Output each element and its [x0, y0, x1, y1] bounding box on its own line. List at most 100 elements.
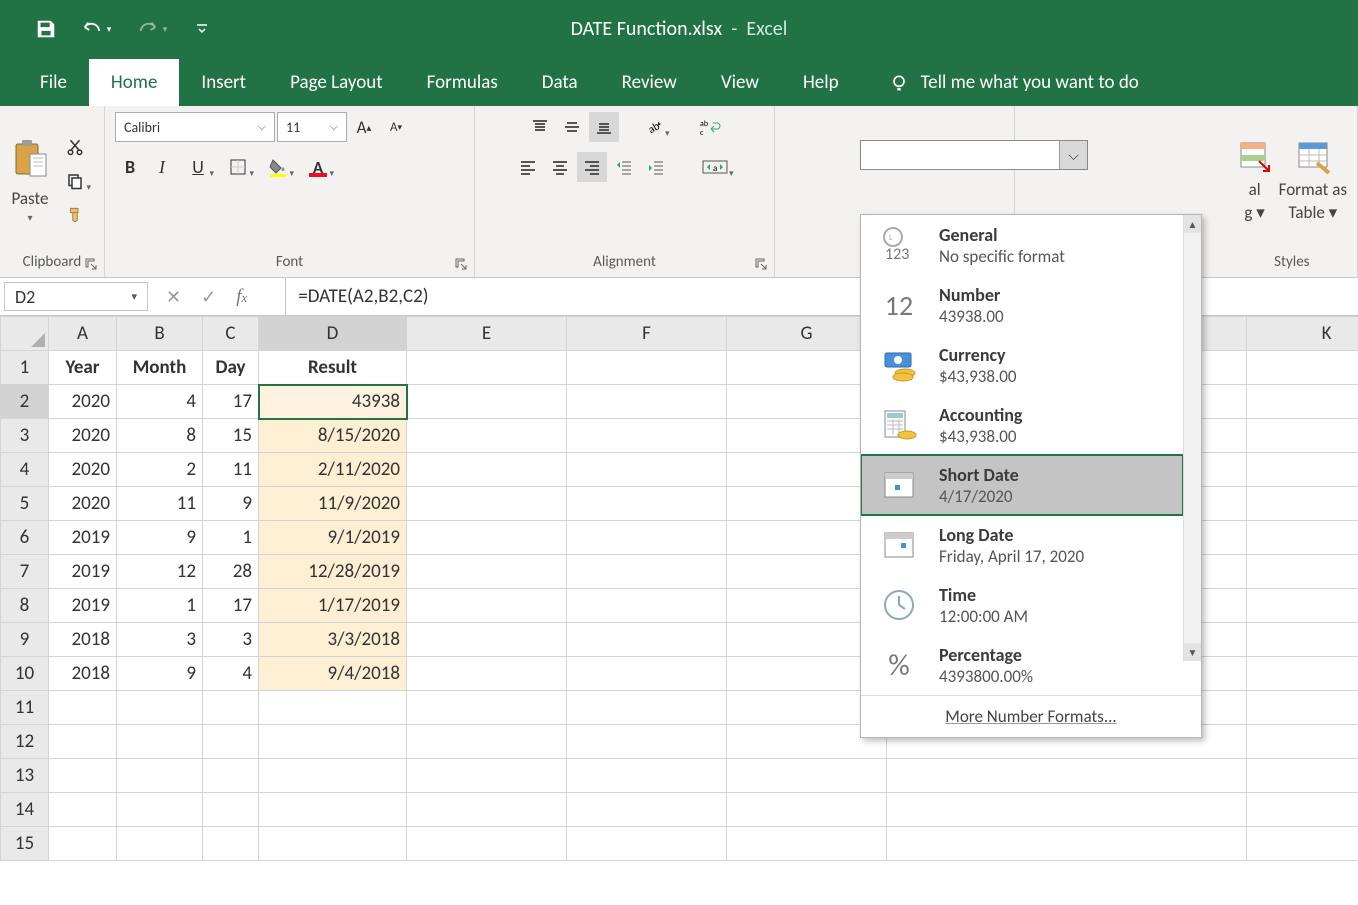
numfmt-currency[interactable]: Currency$43,938.00 — [861, 335, 1183, 395]
bold-button[interactable]: B — [115, 152, 145, 182]
decrease-indent-icon[interactable] — [609, 152, 639, 182]
tab-page-layout[interactable]: Page Layout — [268, 59, 405, 106]
cell-B9[interactable]: 3 — [117, 623, 203, 657]
col-header-D[interactable]: D — [259, 317, 407, 351]
row-header-5[interactable]: 5 — [1, 487, 49, 521]
numfmt-general[interactable]: L123 GeneralNo specific format — [861, 215, 1183, 275]
format-painter-button[interactable] — [60, 200, 90, 230]
tab-formulas[interactable]: Formulas — [405, 59, 520, 106]
merge-center-button[interactable]: a — [693, 152, 737, 182]
cell-B4[interactable]: 2 — [117, 453, 203, 487]
cell-D10[interactable]: 9/4/2018 — [259, 657, 407, 691]
accept-formula-icon[interactable]: ✓ — [201, 286, 216, 308]
cell-B2[interactable]: 4 — [117, 385, 203, 419]
row-header-7[interactable]: 7 — [1, 555, 49, 589]
cell-C9[interactable]: 3 — [203, 623, 259, 657]
decrease-font-icon[interactable]: A▾ — [381, 112, 411, 142]
cell-B10[interactable]: 9 — [117, 657, 203, 691]
cell-C6[interactable]: 1 — [203, 521, 259, 555]
cell-D1[interactable]: Result — [259, 351, 407, 385]
chevron-down-icon[interactable]: ⌵ — [1059, 141, 1087, 169]
cell-C3[interactable]: 15 — [203, 419, 259, 453]
cell-D6[interactable]: 9/1/2019 — [259, 521, 407, 555]
number-format-combo[interactable]: ⌵ — [860, 140, 1088, 170]
cancel-formula-icon[interactable]: ✕ — [166, 286, 181, 308]
orientation-button[interactable]: ab — [635, 112, 673, 142]
numfmt-time[interactable]: Time12:00:00 AM — [861, 575, 1183, 635]
row-header-8[interactable]: 8 — [1, 589, 49, 623]
fx-icon[interactable]: fx — [236, 286, 247, 308]
numfmt-number[interactable]: 12 Number43938.00 — [861, 275, 1183, 335]
row-header-1[interactable]: 1 — [1, 351, 49, 385]
cell-D8[interactable]: 1/17/2019 — [259, 589, 407, 623]
numfmt-short-date[interactable]: Short Date4/17/2020 — [861, 455, 1183, 515]
increase-font-icon[interactable]: A▴ — [349, 112, 379, 142]
align-top-icon[interactable] — [525, 112, 555, 142]
cell-B8[interactable]: 1 — [117, 589, 203, 623]
cell-D7[interactable]: 12/28/2019 — [259, 555, 407, 589]
cell-C5[interactable]: 9 — [203, 487, 259, 521]
cell-D4[interactable]: 2/11/2020 — [259, 453, 407, 487]
redo-button[interactable]: ▾ — [128, 11, 176, 47]
row-header-13[interactable]: 13 — [1, 759, 49, 793]
cell-A3[interactable]: 2020 — [49, 419, 117, 453]
tab-review[interactable]: Review — [600, 59, 699, 106]
cell-A5[interactable]: 2020 — [49, 487, 117, 521]
row-header-2[interactable]: 2 — [1, 385, 49, 419]
align-left-icon[interactable] — [513, 152, 543, 182]
alignment-dialog-launcher[interactable] — [754, 257, 768, 271]
clipboard-dialog-launcher[interactable] — [84, 257, 98, 271]
col-header-C[interactable]: C — [203, 317, 259, 351]
font-name-combo[interactable]: Calibri⌵ — [115, 112, 275, 142]
cut-button[interactable] — [60, 132, 90, 162]
font-dialog-launcher[interactable] — [454, 257, 468, 271]
select-all-button[interactable] — [1, 317, 49, 351]
align-center-icon[interactable] — [545, 152, 575, 182]
cell-D9[interactable]: 3/3/2018 — [259, 623, 407, 657]
row-header-12[interactable]: 12 — [1, 725, 49, 759]
name-box[interactable]: D2 ▾ — [4, 282, 148, 311]
font-size-combo[interactable]: 11⌵ — [277, 112, 347, 142]
format-as-table-button[interactable]: Format as Table ▾ — [1279, 139, 1347, 223]
col-header-K[interactable]: K — [1247, 317, 1358, 351]
row-header-10[interactable]: 10 — [1, 657, 49, 691]
row-header-15[interactable]: 15 — [1, 827, 49, 861]
tell-me[interactable]: Tell me what you want to do — [867, 59, 1161, 106]
numfmt-percentage[interactable]: % Percentage4393800.00% — [861, 635, 1183, 695]
cell-B7[interactable]: 12 — [117, 555, 203, 589]
cell-C4[interactable]: 11 — [203, 453, 259, 487]
tab-data[interactable]: Data — [520, 59, 600, 106]
cell-A10[interactable]: 2018 — [49, 657, 117, 691]
cell-C7[interactable]: 28 — [203, 555, 259, 589]
col-header-B[interactable]: B — [117, 317, 203, 351]
row-header-9[interactable]: 9 — [1, 623, 49, 657]
font-color-button[interactable]: A — [299, 152, 337, 182]
row-header-4[interactable]: 4 — [1, 453, 49, 487]
cell-D5[interactable]: 11/9/2020 — [259, 487, 407, 521]
cell-A4[interactable]: 2020 — [49, 453, 117, 487]
tab-file[interactable]: File — [18, 59, 89, 106]
cell-D2[interactable]: 43938 — [259, 385, 407, 419]
paste-button[interactable]: Paste ▾ — [10, 138, 50, 224]
cell-B6[interactable]: 9 — [117, 521, 203, 555]
col-header-E[interactable]: E — [407, 317, 567, 351]
numfmt-long-date[interactable]: Long DateFriday, April 17, 2020 — [861, 515, 1183, 575]
increase-indent-icon[interactable] — [641, 152, 671, 182]
cell-A6[interactable]: 2019 — [49, 521, 117, 555]
cell-A9[interactable]: 2018 — [49, 623, 117, 657]
cell-B1[interactable]: Month — [117, 351, 203, 385]
tab-insert[interactable]: Insert — [179, 59, 268, 106]
cell-B3[interactable]: 8 — [117, 419, 203, 453]
more-number-formats[interactable]: More Number Formats... — [861, 695, 1201, 737]
underline-button[interactable]: U — [179, 152, 217, 182]
cell-D3[interactable]: 8/15/2020 — [259, 419, 407, 453]
cell-C2[interactable]: 17 — [203, 385, 259, 419]
italic-button[interactable]: I — [147, 152, 177, 182]
cell-A7[interactable]: 2019 — [49, 555, 117, 589]
border-button[interactable] — [219, 152, 257, 182]
fill-color-button[interactable] — [259, 152, 297, 182]
save-icon[interactable] — [28, 11, 64, 47]
scroll-down-icon[interactable]: ▼ — [1184, 643, 1201, 661]
numfmt-accounting[interactable]: Accounting$43,938.00 — [861, 395, 1183, 455]
row-header-11[interactable]: 11 — [1, 691, 49, 725]
